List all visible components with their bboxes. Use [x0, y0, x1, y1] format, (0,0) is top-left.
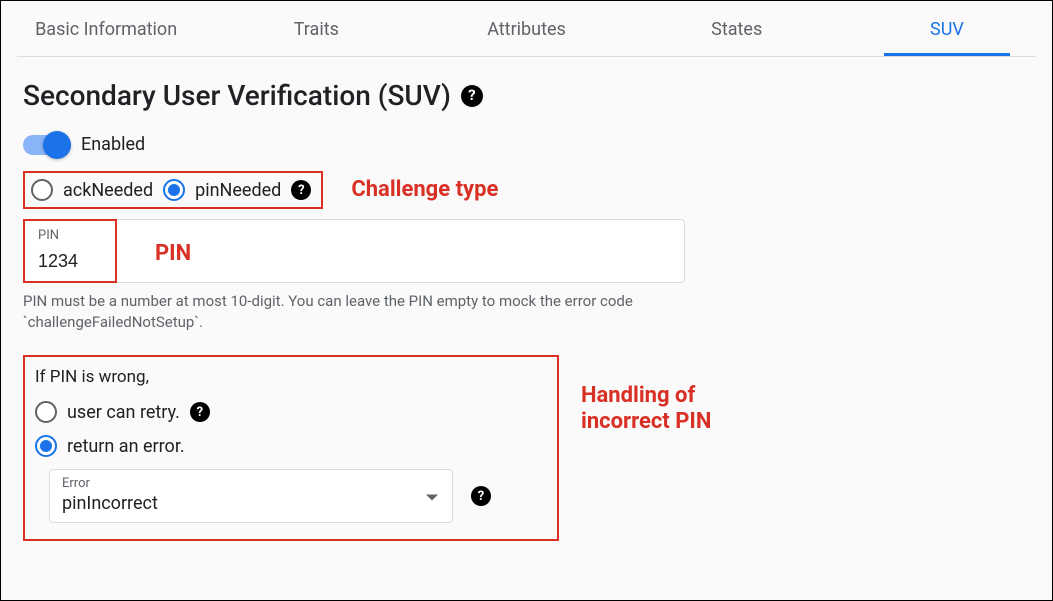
error-select[interactable]: Error pinIncorrect	[49, 469, 453, 523]
help-icon[interactable]: ?	[291, 180, 311, 200]
pin-field-container: PIN	[23, 219, 685, 283]
enabled-toggle-row: Enabled	[23, 134, 1030, 155]
page-title: Secondary User Verification (SUV)	[23, 79, 451, 112]
wrong-pin-prompt: If PIN is wrong,	[35, 367, 543, 387]
help-icon[interactable]: ?	[471, 486, 491, 506]
radio-pin-label: pinNeeded	[195, 180, 281, 201]
pin-input[interactable]	[38, 251, 670, 272]
enabled-toggle[interactable]	[23, 135, 69, 155]
radio-return-error[interactable]	[35, 435, 57, 457]
tab-bar: Basic Information Traits Attributes Stat…	[1, 1, 1052, 57]
radio-retry-label: user can retry.	[67, 402, 180, 423]
wrong-pin-group: If PIN is wrong, user can retry. ? retur…	[23, 355, 559, 541]
pin-hint-text: PIN must be a number at most 10-digit. Y…	[23, 291, 683, 333]
help-icon[interactable]: ?	[461, 85, 483, 107]
annotation-handling: Handling of incorrect PIN	[581, 383, 711, 436]
help-icon[interactable]: ?	[190, 402, 210, 422]
radio-ack-needed[interactable]	[31, 179, 53, 201]
tab-states[interactable]: States	[632, 3, 842, 56]
content-area: Secondary User Verification (SUV) ? Enab…	[1, 57, 1052, 563]
app-frame: Basic Information Traits Attributes Stat…	[0, 0, 1053, 601]
pin-field-label: PIN	[38, 228, 670, 243]
radio-error-label: return an error.	[67, 436, 185, 457]
challenge-type-group: ackNeeded pinNeeded ?	[23, 171, 323, 209]
radio-ack-label: ackNeeded	[63, 180, 153, 201]
page-title-row: Secondary User Verification (SUV) ?	[23, 79, 1030, 112]
toggle-knob	[43, 131, 71, 159]
error-select-value: pinIncorrect	[62, 493, 440, 514]
chevron-down-icon	[426, 495, 438, 501]
tab-suv[interactable]: SUV	[842, 3, 1052, 56]
tab-basic-information[interactable]: Basic Information	[1, 3, 211, 56]
error-select-label: Error	[62, 476, 440, 491]
tab-attributes[interactable]: Attributes	[421, 3, 631, 56]
radio-user-can-retry[interactable]	[35, 401, 57, 423]
tab-traits[interactable]: Traits	[211, 3, 421, 56]
radio-pin-needed[interactable]	[163, 179, 185, 201]
enabled-label: Enabled	[81, 134, 145, 155]
annotation-pin: PIN	[155, 241, 191, 267]
annotation-challenge-type: Challenge type	[351, 177, 498, 203]
